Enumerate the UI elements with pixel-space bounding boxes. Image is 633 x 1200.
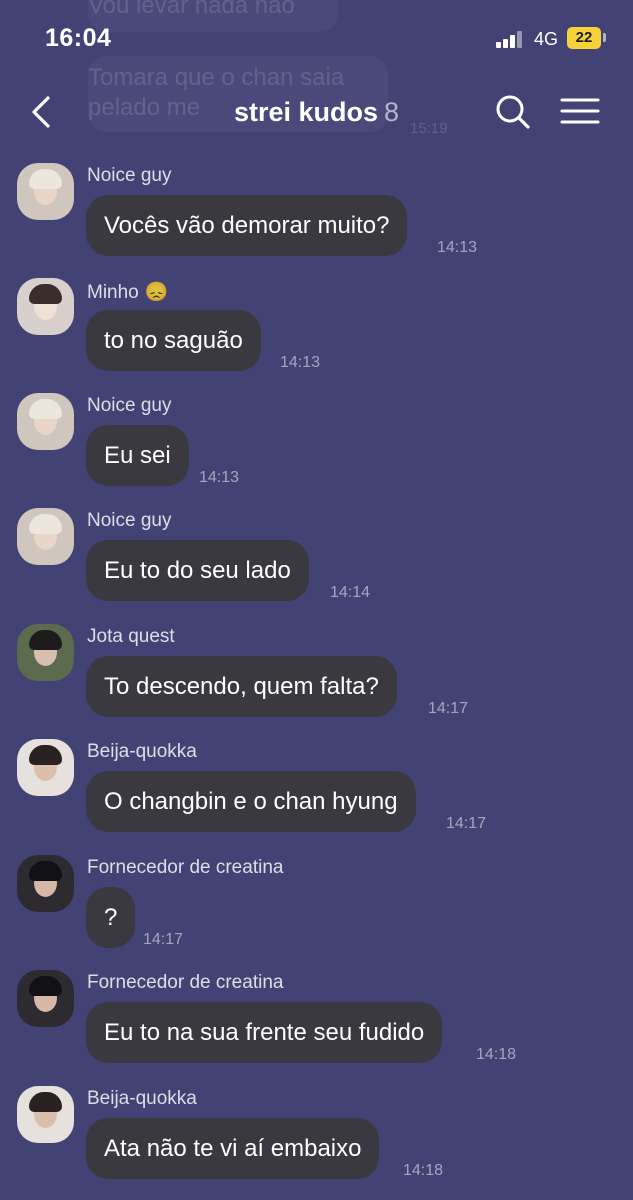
member-count: 8 (384, 97, 400, 127)
avatar[interactable] (17, 393, 74, 450)
avatar[interactable] (17, 163, 74, 220)
message-bubble[interactable]: O changbin e o chan hyung (86, 771, 416, 832)
avatar[interactable] (17, 508, 74, 565)
message-time: 14:17 (446, 815, 487, 832)
message-time: 14:13 (280, 354, 321, 371)
message-time: 14:18 (476, 1046, 517, 1063)
message-time: 14:17 (428, 700, 469, 717)
message-time: 14:13 (437, 239, 478, 256)
chat-name: strei kudos (233, 97, 378, 127)
message-item: Noice guy Eu to do seu lado 14:14 (0, 500, 633, 610)
hamburger-menu-icon (560, 98, 600, 124)
sender-name: Minho 😞 (87, 280, 168, 304)
message-item: Fornecedor de creatina ? 14:17 (0, 847, 633, 957)
status-bar: 16:04 4G 22 (0, 0, 633, 78)
avatar[interactable] (17, 624, 74, 681)
message-item: Fornecedor de creatina Eu to na sua fren… (0, 962, 633, 1072)
message-bubble[interactable]: Vocês vão demorar muito? (86, 195, 408, 256)
sender-name: Jota quest (87, 626, 175, 647)
message-time: 14:17 (143, 931, 184, 948)
avatar[interactable] (17, 278, 74, 335)
message-bubble[interactable]: Eu to do seu lado (86, 540, 309, 601)
message-time: 14:13 (199, 469, 240, 486)
message-item: Noice guy Eu sei 14:13 (0, 385, 633, 495)
message-item: Jota quest To descendo, quem falta? 14:1… (0, 616, 633, 726)
network-type: 4G (534, 29, 559, 49)
message-time: 14:18 (403, 1162, 444, 1179)
sender-name: Noice guy (87, 510, 172, 531)
status-clock: 16:04 (45, 24, 112, 52)
chat-header: strei kudos 8 (0, 78, 633, 148)
sender-name: Noice guy (87, 395, 172, 416)
message-bubble[interactable]: To descendo, quem falta? (86, 656, 397, 717)
sender-name-text: Minho (87, 282, 139, 303)
sender-name: Beija-quokka (87, 741, 197, 762)
sender-name: Fornecedor de creatina (87, 972, 284, 993)
message-bubble[interactable]: Eu to na sua frente seu fudido (86, 1002, 443, 1063)
battery-tip (603, 33, 606, 42)
message-time: 14:14 (330, 584, 371, 601)
sad-face-emoji-icon: 😞 (144, 282, 169, 303)
avatar[interactable] (17, 1086, 74, 1143)
message-item: Noice guy Vocês vão demorar muito? 14:13 (0, 155, 633, 265)
sender-name: Noice guy (87, 165, 172, 186)
battery-icon: 22 (567, 27, 601, 49)
sender-name: Beija-quokka (87, 1088, 197, 1109)
message-list[interactable]: Noice guy Vocês vão demorar muito? 14:13… (0, 150, 633, 1200)
avatar[interactable] (17, 739, 74, 796)
battery-level: 22 (575, 29, 593, 46)
message-bubble[interactable]: Ata não te vi aí embaixo (86, 1118, 380, 1179)
message-bubble[interactable]: ? (86, 887, 136, 948)
message-item: Beija-quokka O changbin e o chan hyung 1… (0, 731, 633, 841)
chat-title: strei kudos 8 (0, 97, 633, 128)
avatar[interactable] (17, 855, 74, 912)
menu-button[interactable] (558, 90, 602, 134)
message-item: Beija-quokka Ata não te vi aí embaixo 14… (0, 1078, 633, 1188)
search-button[interactable] (491, 90, 535, 134)
signal-bars-icon (496, 30, 524, 48)
message-item: Minho 😞 to no saguão 14:13 (0, 270, 633, 380)
message-bubble[interactable]: to no saguão (86, 310, 261, 371)
sender-name: Fornecedor de creatina (87, 857, 284, 878)
search-icon (496, 95, 530, 129)
message-bubble[interactable]: Eu sei (86, 425, 189, 486)
avatar[interactable] (17, 970, 74, 1027)
